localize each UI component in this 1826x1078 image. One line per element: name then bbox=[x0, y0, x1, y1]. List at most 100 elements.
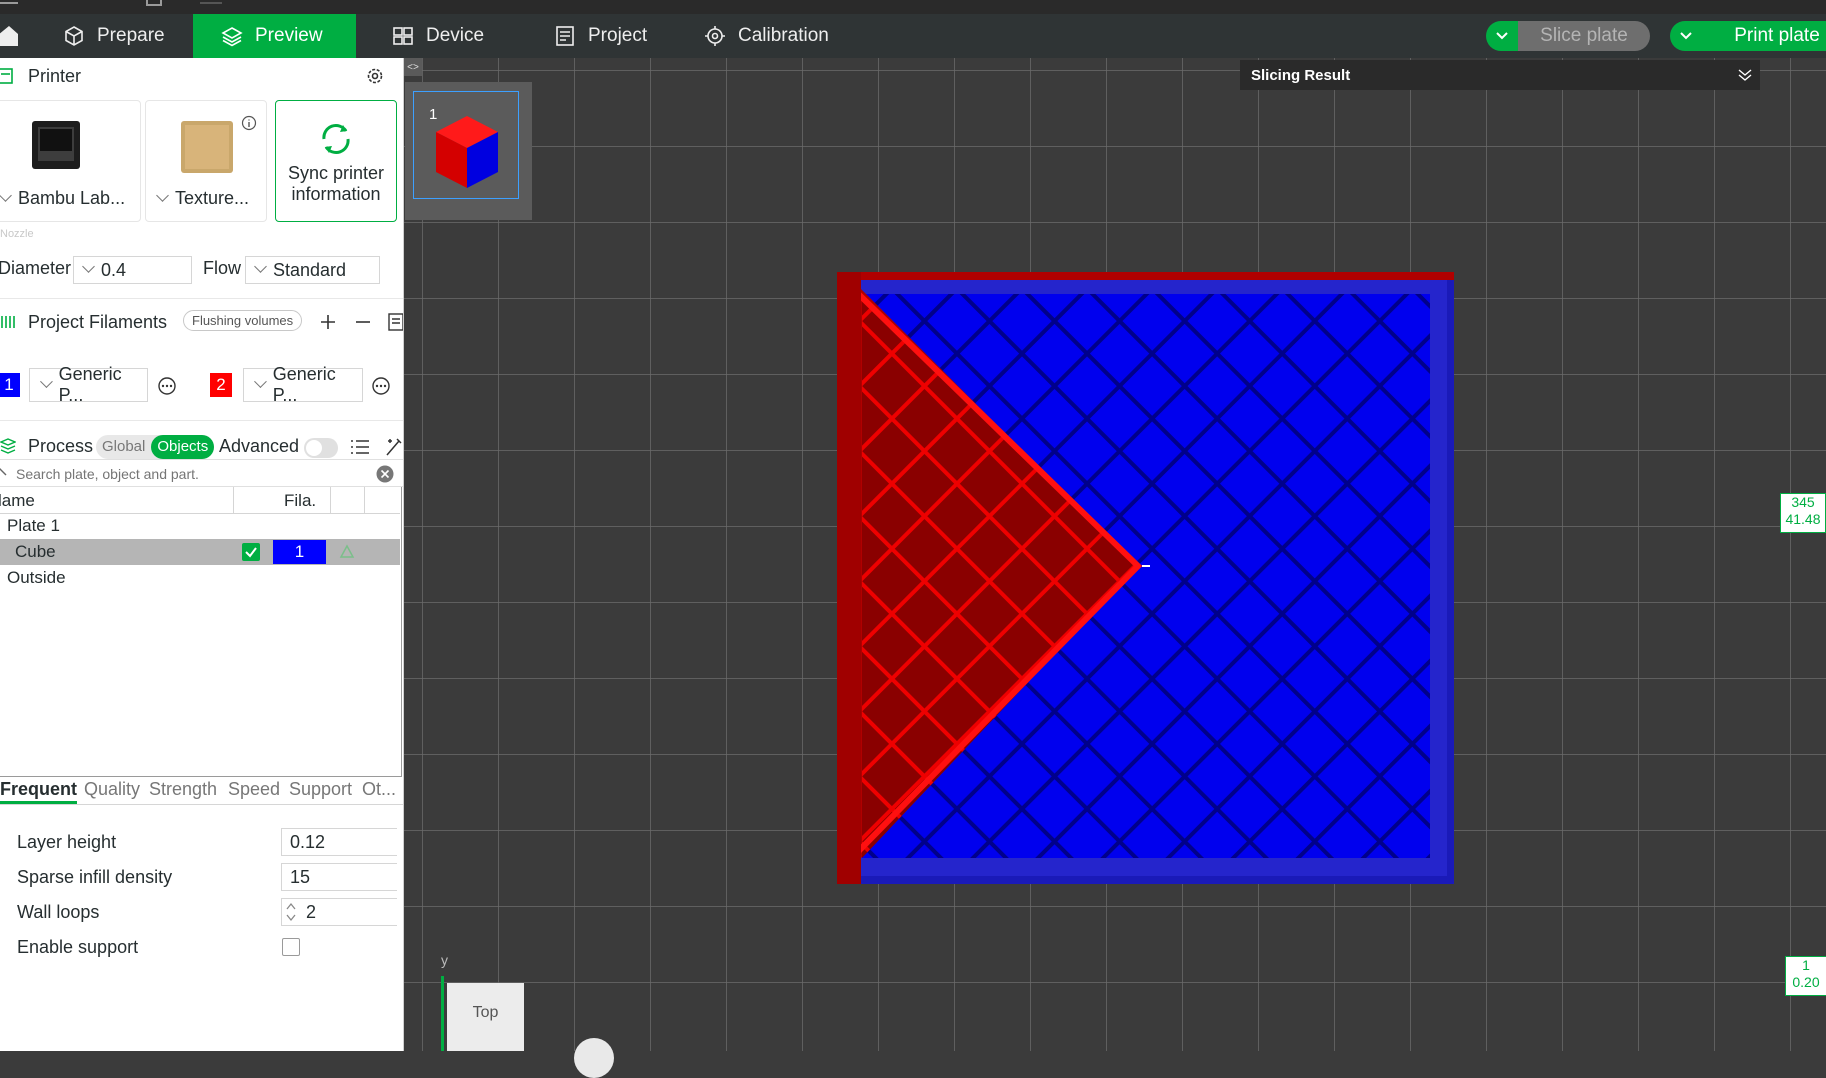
plate-thumbnail[interactable]: 1 bbox=[413, 91, 519, 199]
menu-icon[interactable] bbox=[0, 2, 18, 4]
flushing-volumes-button[interactable]: Flushing volumes bbox=[183, 310, 303, 331]
tab-project-label: Project bbox=[588, 25, 648, 46]
diameter-select[interactable]: 0.4 bbox=[73, 256, 192, 284]
tab-prepare[interactable]: Prepare bbox=[35, 14, 193, 58]
filament-1-select[interactable]: Generic P... bbox=[29, 364, 148, 405]
printer-image-icon bbox=[32, 121, 80, 169]
chevron-down-icon bbox=[1680, 32, 1692, 40]
process-scope-toggle[interactable]: Global Objects bbox=[96, 435, 215, 459]
param-label: Sparse infill density bbox=[17, 867, 173, 887]
flow-select[interactable]: Standard bbox=[245, 256, 380, 284]
tree-header: lame Fila. bbox=[0, 487, 400, 514]
slicing-result-title: Slicing Result bbox=[1251, 67, 1351, 84]
home-icon[interactable] bbox=[0, 24, 18, 48]
settings-tabs: Frequent Quality Strength Speed Support … bbox=[0, 776, 403, 805]
gear-icon[interactable] bbox=[365, 66, 385, 86]
global-option[interactable]: Global bbox=[96, 435, 151, 459]
tab-prepare-label: Prepare bbox=[97, 25, 165, 46]
object-search-input[interactable] bbox=[14, 462, 368, 486]
filament-icon bbox=[1, 316, 15, 328]
3d-viewport[interactable] bbox=[404, 58, 1826, 1051]
collapse-sidebar-button[interactable]: <> bbox=[404, 58, 422, 76]
tab-calibration-label: Calibration bbox=[738, 25, 829, 46]
slice-options-button[interactable] bbox=[1486, 21, 1518, 51]
advanced-label: Advanced bbox=[219, 436, 300, 456]
filament-2-select[interactable]: Generic P... bbox=[243, 364, 363, 405]
object-filament-badge[interactable]: 1 bbox=[273, 540, 326, 564]
layer-height-input[interactable]: 0.12 bbox=[281, 828, 397, 856]
sync-printer-button[interactable]: Sync printer information bbox=[275, 100, 397, 222]
filaments-section-header: Project Filaments Flushing volumes bbox=[0, 304, 403, 340]
param-label: Wall loops bbox=[17, 902, 100, 922]
object-search-bar bbox=[0, 459, 403, 487]
infill-density-input[interactable]: 15 bbox=[281, 863, 397, 891]
slicing-result-panel[interactable]: Slicing Result bbox=[1240, 60, 1760, 90]
tree-row-outside[interactable]: Outside bbox=[0, 565, 400, 591]
layer-slider-top-readout[interactable]: 345 41.48 bbox=[1780, 493, 1826, 533]
column-filament[interactable]: Fila. bbox=[284, 491, 316, 511]
remove-icon[interactable] bbox=[355, 314, 371, 330]
calibration-icon bbox=[705, 26, 725, 46]
more-icon[interactable] bbox=[371, 376, 391, 396]
tab-speed[interactable]: Speed bbox=[228, 779, 280, 800]
preview-canvas[interactable] bbox=[404, 58, 1826, 1051]
stepper-arrows-icon[interactable] bbox=[285, 901, 297, 923]
print-plate-button[interactable]: Print plate bbox=[1702, 21, 1826, 51]
tab-device[interactable]: Device bbox=[364, 14, 514, 58]
printer-select-card[interactable]: Bambu Lab... bbox=[0, 100, 141, 222]
toolbar-icon[interactable] bbox=[200, 2, 222, 4]
tab-support[interactable]: Support bbox=[289, 779, 352, 800]
param-wall-loops: Wall loops 2 bbox=[17, 898, 397, 926]
cube-thumbnail-icon bbox=[436, 116, 498, 188]
wand-icon[interactable] bbox=[385, 437, 403, 457]
plate-type-card[interactable]: Texture... bbox=[145, 100, 267, 222]
filament-2-badge[interactable]: 2 bbox=[210, 373, 232, 397]
tab-others[interactable]: Ot... bbox=[362, 779, 396, 800]
filament-1-badge[interactable]: 1 bbox=[0, 373, 20, 397]
view-cube-top[interactable]: Top bbox=[447, 983, 524, 1051]
divider bbox=[0, 298, 403, 299]
print-options-button[interactable] bbox=[1670, 21, 1702, 51]
layer-slider-bottom-readout[interactable]: 1 0.20 bbox=[1785, 956, 1826, 996]
object-label: Cube bbox=[15, 542, 56, 561]
printer-title: Printer bbox=[28, 65, 82, 86]
objects-option[interactable]: Objects bbox=[151, 435, 215, 459]
paint-icon[interactable] bbox=[338, 543, 356, 561]
tab-frequent[interactable]: Frequent bbox=[0, 779, 78, 804]
add-icon[interactable] bbox=[320, 314, 336, 330]
param-enable-support: Enable support bbox=[17, 933, 397, 961]
tab-quality[interactable]: Quality bbox=[84, 779, 140, 800]
tab-preview[interactable]: Preview bbox=[193, 14, 356, 58]
more-icon[interactable] bbox=[157, 376, 177, 396]
wall-loops-stepper[interactable]: 2 bbox=[281, 898, 397, 926]
tree-row-object[interactable]: Cube 1 bbox=[0, 539, 400, 565]
cube-icon bbox=[65, 26, 83, 46]
printer-name: Bambu Lab... bbox=[0, 188, 125, 209]
advanced-toggle[interactable] bbox=[304, 438, 338, 458]
tab-calibration[interactable]: Calibration bbox=[676, 14, 866, 58]
object-visible-checkbox[interactable] bbox=[242, 543, 260, 561]
save-icon[interactable] bbox=[146, 0, 162, 6]
enable-support-checkbox[interactable] bbox=[282, 938, 300, 956]
document-icon bbox=[556, 26, 574, 46]
tab-preview-label: Preview bbox=[255, 25, 323, 46]
axis-y-label: y bbox=[441, 952, 448, 968]
sync-icon bbox=[322, 124, 350, 154]
divider bbox=[0, 420, 403, 421]
list-icon[interactable] bbox=[350, 438, 370, 456]
axis-y-line bbox=[441, 976, 444, 1051]
view-control-button[interactable] bbox=[574, 1038, 614, 1078]
filament-settings-icon[interactable] bbox=[388, 313, 404, 331]
slice-plate-button[interactable]: Slice plate bbox=[1518, 21, 1650, 51]
chevron-double-down-icon[interactable] bbox=[1738, 69, 1752, 81]
tab-strength[interactable]: Strength bbox=[149, 779, 217, 800]
nozzle-label: Nozzle bbox=[0, 228, 34, 240]
column-name[interactable]: lame bbox=[0, 491, 35, 511]
info-icon[interactable] bbox=[241, 115, 257, 131]
chevron-down-icon bbox=[1496, 32, 1508, 40]
printer-icon bbox=[0, 68, 13, 84]
tree-row-plate[interactable]: Plate 1 bbox=[0, 513, 400, 539]
clear-search-icon[interactable] bbox=[375, 464, 395, 484]
tab-project[interactable]: Project bbox=[526, 14, 686, 58]
process-title: Process bbox=[28, 435, 94, 456]
